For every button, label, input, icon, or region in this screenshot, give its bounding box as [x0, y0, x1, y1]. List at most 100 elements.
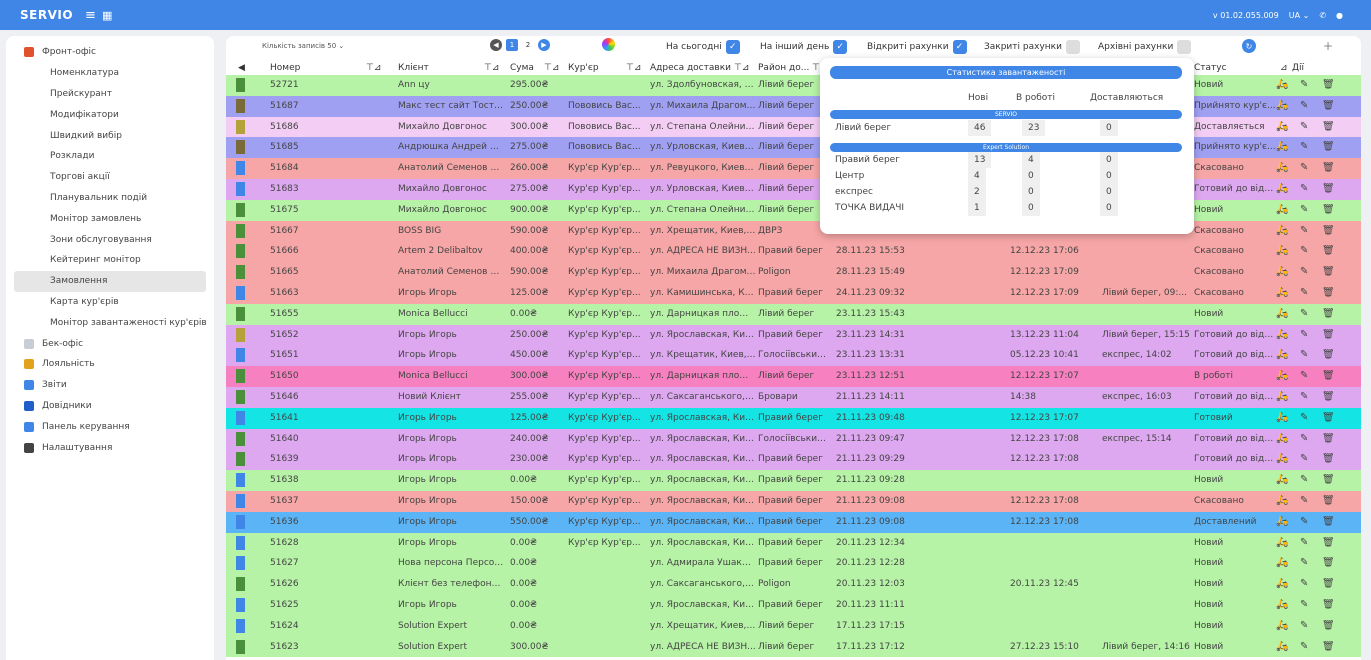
language-select[interactable]: UA ⌄ [1289, 11, 1310, 20]
delete-icon[interactable]: 🗑 [1322, 100, 1335, 111]
delete-icon[interactable]: 🗑 [1322, 162, 1335, 173]
sidebar-item[interactable]: Монітор завантаженості кур'єрів [6, 312, 214, 333]
column-header[interactable]: Кур'єр [568, 63, 599, 73]
column-header[interactable]: ⊿ [1280, 63, 1288, 73]
sidebar-item[interactable]: Планувальник подій [6, 188, 214, 209]
sidebar-item[interactable]: Швидкий вибір [6, 125, 214, 146]
edit-icon[interactable]: ✎ [1300, 308, 1308, 319]
delete-icon[interactable]: 🗑 [1322, 141, 1335, 152]
delete-icon[interactable]: 🗑 [1322, 121, 1335, 132]
table-row[interactable]: 51639 Игорь Игорь 230.00₴ Кур'єр Кур'єр... у… [226, 449, 1361, 471]
delete-icon[interactable]: 🗑 [1322, 245, 1335, 256]
sidebar-item[interactable]: Фронт-офіс [6, 42, 214, 63]
courier-icon[interactable]: 🛵 [1276, 453, 1288, 464]
edit-icon[interactable]: ✎ [1300, 391, 1308, 402]
filter-toggle[interactable]: Відкриті рахунки ✓ [867, 40, 967, 54]
refresh-icon[interactable]: ↻ [1242, 39, 1256, 53]
delete-icon[interactable]: 🗑 [1322, 266, 1335, 277]
courier-icon[interactable]: 🛵 [1276, 391, 1288, 402]
courier-icon[interactable]: 🛵 [1276, 474, 1288, 485]
user-icon[interactable]: ● [1336, 11, 1343, 20]
courier-icon[interactable]: 🛵 [1276, 641, 1288, 652]
edit-icon[interactable]: ✎ [1300, 121, 1308, 132]
table-row[interactable]: 51628 Игорь Игорь 0.00₴ Кур'єр Кур'єр... ул.… [226, 532, 1361, 554]
table-row[interactable]: 51637 Игорь Игорь 150.00₴ Кур'єр Кур'єр... у… [226, 490, 1361, 512]
add-order-button[interactable]: + [1320, 39, 1336, 53]
records-count-select[interactable]: Кількість записів 50 ⌄ [262, 42, 344, 50]
delete-icon[interactable]: 🗑 [1322, 329, 1335, 340]
edit-icon[interactable]: ✎ [1300, 245, 1308, 256]
table-row[interactable]: 51646 Новий Клієнт 255.00₴ Кур'єр Кур'єр...… [226, 386, 1361, 408]
filter-toggle[interactable]: На сьогодні ✓ [666, 40, 740, 54]
delete-icon[interactable]: 🗑 [1322, 641, 1335, 652]
delete-icon[interactable]: 🗑 [1322, 599, 1335, 610]
courier-icon[interactable]: 🛵 [1276, 183, 1288, 194]
table-row[interactable]: 51652 Игорь Игорь 250.00₴ Кур'єр Кур'єр... у… [226, 324, 1361, 346]
delete-icon[interactable]: 🗑 [1322, 474, 1335, 485]
sidebar-item[interactable]: Номенклатура [6, 63, 214, 84]
filter-toggle[interactable]: Закриті рахунки [984, 40, 1080, 54]
edit-icon[interactable]: ✎ [1300, 79, 1308, 90]
edit-icon[interactable]: ✎ [1300, 162, 1308, 173]
edit-icon[interactable]: ✎ [1300, 495, 1308, 506]
delete-icon[interactable]: 🗑 [1322, 537, 1335, 548]
edit-icon[interactable]: ✎ [1300, 599, 1308, 610]
table-row[interactable]: 51638 Игорь Игорь 0.00₴ Кур'єр Кур'єр... ул.… [226, 470, 1361, 491]
edit-icon[interactable]: ✎ [1300, 100, 1308, 111]
courier-icon[interactable]: 🛵 [1276, 620, 1288, 631]
edit-icon[interactable]: ✎ [1300, 641, 1308, 652]
column-header[interactable]: Статус [1194, 63, 1227, 73]
courier-icon[interactable]: 🛵 [1276, 79, 1288, 90]
courier-icon[interactable]: 🛵 [1276, 412, 1288, 423]
color-legend-icon[interactable] [602, 38, 615, 51]
delete-icon[interactable]: 🗑 [1322, 183, 1335, 194]
sidebar-item[interactable]: Панель керування [6, 416, 214, 437]
sidebar-item[interactable]: Прейскурант [6, 84, 214, 105]
sidebar-item[interactable]: Розклади [6, 146, 214, 167]
sidebar-item[interactable]: Замовлення [14, 270, 206, 292]
courier-icon[interactable]: 🛵 [1276, 266, 1288, 277]
menu-icon[interactable]: ≡ [85, 8, 96, 23]
courier-icon[interactable]: 🛵 [1276, 245, 1288, 256]
column-header[interactable]: ⊤⊿ [626, 63, 641, 73]
courier-icon[interactable]: 🛵 [1276, 121, 1288, 132]
column-header[interactable]: ⊤⊿ [734, 63, 749, 73]
stats-icon[interactable]: ▦ [102, 9, 112, 22]
edit-icon[interactable]: ✎ [1300, 557, 1308, 568]
filter-checkbox[interactable] [1177, 40, 1192, 54]
column-header[interactable]: ⊤⊿ [366, 63, 381, 73]
courier-icon[interactable]: 🛵 [1276, 225, 1288, 236]
table-row[interactable]: 51640 Игорь Игорь 240.00₴ Кур'єр Кур'єр... у… [226, 428, 1361, 450]
courier-icon[interactable]: 🛵 [1276, 370, 1288, 381]
table-row[interactable]: 51665 Анатолий Семенов И... 590.00₴ Кур'єр … [226, 262, 1361, 283]
delete-icon[interactable]: 🗑 [1322, 349, 1335, 360]
courier-icon[interactable]: 🛵 [1276, 329, 1288, 340]
edit-icon[interactable]: ✎ [1300, 141, 1308, 152]
delete-icon[interactable]: 🗑 [1322, 79, 1335, 90]
courier-icon[interactable]: 🛵 [1276, 537, 1288, 548]
table-row[interactable]: 51636 Игорь Игорь 550.00₴ Кур'єр Кур'єр... у… [226, 511, 1361, 533]
courier-icon[interactable]: 🛵 [1276, 599, 1288, 610]
courier-icon[interactable]: 🛵 [1276, 204, 1288, 215]
courier-icon[interactable]: 🛵 [1276, 578, 1288, 589]
edit-icon[interactable]: ✎ [1300, 329, 1308, 340]
sidebar-item[interactable]: Торгові акції [6, 167, 214, 188]
edit-icon[interactable]: ✎ [1300, 537, 1308, 548]
sidebar-item[interactable]: Зони обслуговування [6, 229, 214, 250]
column-header[interactable]: Клієнт [398, 63, 429, 73]
delete-icon[interactable]: 🗑 [1322, 370, 1335, 381]
page-2-button[interactable]: 2 [522, 39, 534, 51]
delete-icon[interactable]: 🗑 [1322, 308, 1335, 319]
edit-icon[interactable]: ✎ [1300, 474, 1308, 485]
sidebar-item[interactable]: Карта кур'єрів [6, 292, 214, 313]
courier-icon[interactable]: 🛵 [1276, 308, 1288, 319]
table-row[interactable]: 51623 Solution Expert 300.00₴ ул. АДРЕСА НЕ… [226, 636, 1361, 658]
sidebar-item[interactable]: Довідники [6, 396, 214, 417]
next-page-button[interactable]: ▶ [538, 39, 550, 51]
courier-icon[interactable]: 🛵 [1276, 162, 1288, 173]
sidebar-item[interactable]: Лояльність [6, 354, 214, 375]
edit-icon[interactable]: ✎ [1300, 204, 1308, 215]
table-row[interactable]: 51666 Artem 2 Delibaltov 400.00₴ Кур'єр Кур… [226, 241, 1361, 263]
edit-icon[interactable]: ✎ [1300, 349, 1308, 360]
table-row[interactable]: 51627 Нова персона Персона 0.00₴ ул. Адмира… [226, 553, 1361, 575]
